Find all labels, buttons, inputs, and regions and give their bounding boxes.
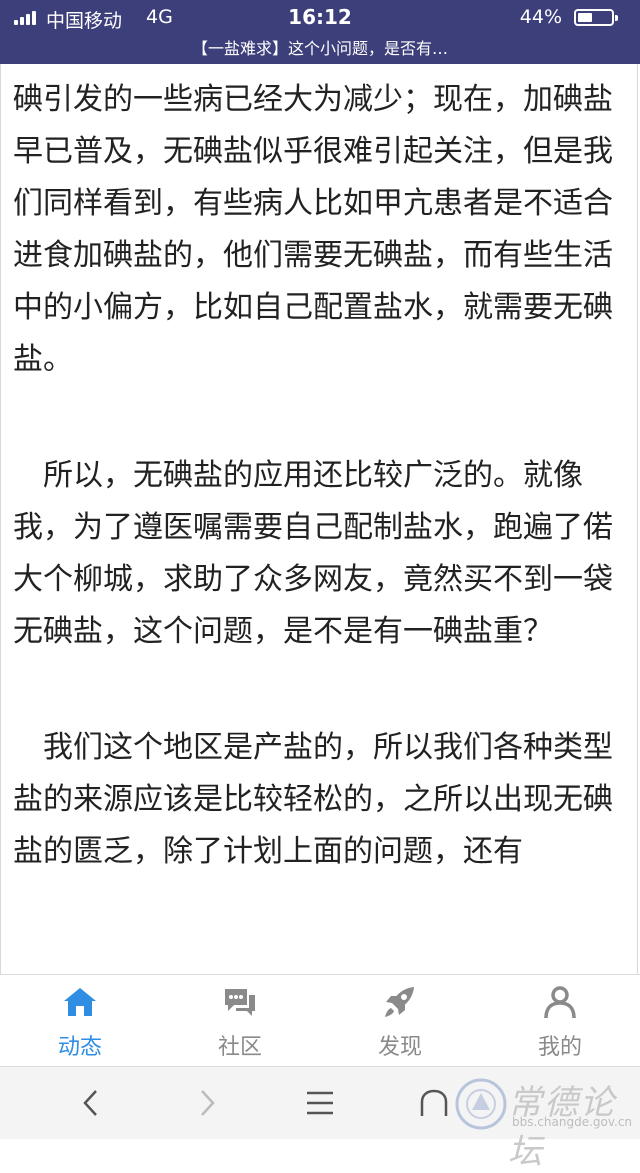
forward-button[interactable] [176, 1077, 236, 1129]
battery-level-fill [578, 13, 592, 22]
person-icon [544, 986, 576, 1019]
menu-button[interactable] [290, 1077, 350, 1129]
article-paragraph: 碘引发的一些病已经大为减少；现在，加碘盐早已普及，无碘盐似乎很难引起关注，但是我… [13, 82, 613, 377]
article-paragraph: 我们这个地区是产盐的，所以我们各种类型盐的来源应该是比较轻松的，之所以出现无碘盐… [13, 730, 613, 869]
menu-icon [307, 1091, 333, 1115]
bottom-tab-bar: 动态 社区 发现 我的 [0, 974, 640, 1067]
tab-shequ[interactable]: 社区 [160, 975, 320, 1067]
forum-watermark: 常德论坛 bbs.changde.gov.cn [454, 1073, 633, 1172]
forward-icon [201, 1090, 215, 1116]
watermark-url: bbs.changde.gov.cn [512, 1115, 633, 1129]
back-button[interactable] [62, 1077, 122, 1129]
tab-label: 我的 [537, 1035, 582, 1060]
tab-faxian[interactable]: 发现 [320, 975, 480, 1067]
tab-label: 动态 [57, 1035, 102, 1060]
battery-percent: 44% [519, 6, 562, 28]
rocket-icon [385, 987, 414, 1017]
battery-icon [574, 9, 618, 26]
page-title: 【一盐难求】这个小问题，是否有… [191, 39, 448, 58]
status-bar: 中国移动 4G 16:12 44% [0, 0, 640, 34]
top-header: 中国移动 4G 16:12 44% 【一盐难求】这个小问题，是否有… [0, 0, 640, 64]
tab-label: 社区 [217, 1035, 262, 1060]
browser-toolbar: 常德论坛 bbs.changde.gov.cn [0, 1066, 640, 1172]
forum-logo-icon [455, 1078, 507, 1130]
tab-wode[interactable]: 我的 [480, 975, 640, 1067]
home-outline-icon [420, 1089, 448, 1116]
back-icon [83, 1090, 97, 1116]
tab-dongtai[interactable]: 动态 [0, 975, 160, 1067]
article-content[interactable]: 碘引发的一些病已经大为减少；现在，加碘盐早已普及，无碘盐似乎很难引起关注，但是我… [0, 64, 638, 974]
article-paragraph: 所以，无碘盐的应用还比较广泛的。就像我，为了遵医嘱需要自己配制盐水，跑遍了偌大个… [13, 458, 613, 649]
tab-label: 发现 [377, 1035, 422, 1060]
home-icon [64, 988, 96, 1016]
chat-bubbles-icon [225, 989, 255, 1016]
